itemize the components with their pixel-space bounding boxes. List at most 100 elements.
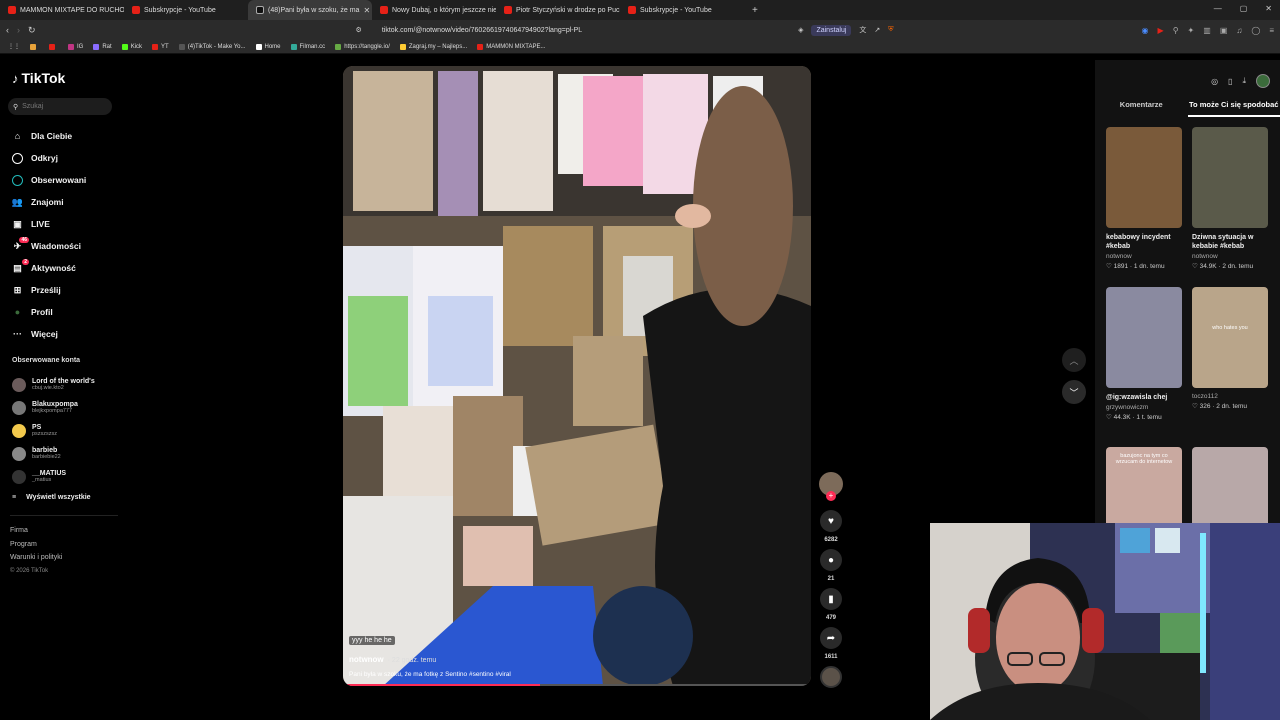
coin-icon[interactable]: ◎: [1211, 77, 1218, 86]
sidebar-item-following[interactable]: Obserwowani: [12, 169, 86, 191]
bookmark-item[interactable]: Filman.cc: [290, 43, 325, 50]
followed-account[interactable]: Lord of the world's cbuj.wie.kto2: [12, 373, 95, 396]
video-progress-bar[interactable]: [343, 684, 811, 686]
video-author[interactable]: notwnow: [349, 655, 384, 664]
show-all-button[interactable]: ≡ Wyświetl wszystkie: [12, 488, 95, 506]
tab-comments[interactable]: Komentarze: [1095, 100, 1188, 117]
maximize-icon[interactable]: ▢: [1240, 4, 1248, 13]
followed-account[interactable]: Blakuxpompa blejkxpompa777: [12, 396, 95, 419]
share-button[interactable]: ➦: [820, 627, 842, 649]
minimize-icon[interactable]: —: [1214, 4, 1222, 13]
site-info-icon[interactable]: ⚙: [356, 26, 362, 34]
video-title[interactable]: kebabowy incydent #kebab: [1106, 233, 1182, 251]
apps-grid-icon[interactable]: ⋮⋮: [8, 43, 20, 50]
extension-icon[interactable]: ◉: [1142, 26, 1149, 35]
sidebar-item-live[interactable]: ▣ LIVE: [12, 213, 86, 235]
url-field[interactable]: tiktok.com/@notwnow/video/76026619740647…: [382, 27, 790, 34]
tab-title: Subskrypcje - YouTube: [640, 6, 712, 14]
previous-video-button[interactable]: ︿: [1062, 348, 1086, 372]
video-thumbnail[interactable]: who hates you: [1192, 287, 1268, 388]
reload-icon[interactable]: ↻: [28, 25, 36, 36]
video-player[interactable]: yyy he he he notwnow · 22 godz. temu Pan…: [343, 66, 811, 686]
download-icon[interactable]: ⤓: [1242, 76, 1246, 86]
browser-tab[interactable]: MAMMON MIXTAPE DO RUCHO: [0, 0, 124, 20]
device-icon[interactable]: ▯: [1228, 77, 1232, 86]
translate-icon[interactable]: 文: [859, 25, 866, 35]
install-button[interactable]: Zainstaluj: [811, 24, 852, 36]
extension-icon[interactable]: ⚲: [1173, 26, 1179, 35]
sidebar-item-upload[interactable]: ⊞ Prześlij: [12, 279, 86, 301]
followed-account[interactable]: __MATIUS _matius: [12, 465, 95, 488]
video-author[interactable]: notwnow: [1192, 253, 1268, 260]
wallet-icon[interactable]: ▣: [1220, 26, 1228, 35]
footer-link[interactable]: Program: [10, 538, 62, 552]
sidebar-item-friends[interactable]: 👥 Znajomi: [12, 191, 86, 213]
bookmark-item[interactable]: [30, 43, 39, 50]
footer-link[interactable]: Firma: [10, 524, 62, 538]
bookmark-item[interactable]: https://tanggle.io/: [335, 43, 390, 50]
video-card[interactable]: @ig:wzawisla chej grzywnowiczm ♡ 44.3K · 1…: [1106, 287, 1182, 447]
bookmark-item[interactable]: (4)TikTok - Make Yo...: [178, 43, 246, 50]
close-window-icon[interactable]: ✕: [1265, 4, 1272, 13]
bookmark-item[interactable]: Zagraj.my – Najleps...: [399, 43, 467, 50]
video-author[interactable]: grzywnowiczm: [1106, 404, 1182, 411]
video-card[interactable]: who hates you toczo112 ♡ 326 · 2 dn. temu: [1192, 287, 1268, 447]
video-stats: ♡ 44.3K · 1 t. temu: [1106, 414, 1162, 421]
follow-plus-icon[interactable]: +: [826, 491, 836, 501]
video-title[interactable]: @ig:wzawisla chej: [1106, 393, 1182, 402]
menu-icon[interactable]: ≡: [1269, 26, 1274, 35]
sidebar-item-messages[interactable]: ✈ 46 Wiadomości: [12, 235, 86, 257]
more-icon: ···: [13, 329, 22, 339]
music-disc[interactable]: [820, 666, 842, 688]
browser-tab[interactable]: Piotr Styczyński w drodze po Pucha: [496, 0, 620, 20]
video-title[interactable]: Dziwna sytuacja w kebabie #kebab: [1192, 233, 1268, 251]
bookmark-item[interactable]: MAMM0N MIXTAPE...: [477, 43, 545, 50]
video-author[interactable]: notwnow: [1106, 253, 1182, 260]
bookmark-item[interactable]: YT: [152, 43, 169, 50]
share-icon[interactable]: ↗: [874, 26, 880, 34]
comment-button[interactable]: ●: [820, 549, 842, 571]
close-tab-icon[interactable]: ✕: [363, 6, 370, 15]
back-icon[interactable]: ‹: [6, 25, 9, 36]
media-icon[interactable]: ◈: [798, 26, 803, 34]
search-input[interactable]: ⚲ Szukaj: [8, 98, 112, 115]
sidebar-item-activity[interactable]: ▤ 2 Aktywność: [12, 257, 86, 279]
bookmark-item[interactable]: Kick: [121, 43, 142, 50]
browser-tab[interactable]: Subskrypcje - YouTube: [124, 0, 248, 20]
tiktok-logo[interactable]: ♪ TikTok: [12, 70, 65, 86]
tab-recommended[interactable]: To może Ci się spodobać: [1187, 100, 1280, 117]
creator-avatar[interactable]: +: [819, 472, 843, 501]
save-button[interactable]: ▮: [820, 588, 842, 610]
followed-account[interactable]: PS pszszszsz: [12, 419, 95, 442]
sidebar-toggle-icon[interactable]: ▥: [1203, 26, 1211, 35]
video-card[interactable]: Dziwna sytuacja w kebabie #kebab notwnow ♡…: [1192, 127, 1268, 287]
sidebar-item-compass[interactable]: Odkryj: [12, 147, 86, 169]
like-button[interactable]: ♥: [820, 510, 842, 532]
video-thumbnail[interactable]: [1192, 127, 1268, 228]
brave-shield-icon[interactable]: ⛨: [888, 26, 893, 34]
music-icon[interactable]: ♫: [1236, 26, 1242, 35]
video-thumbnail[interactable]: [1106, 127, 1182, 228]
followed-account[interactable]: barbieb barbiebie22: [12, 442, 95, 465]
extension-icon[interactable]: ▶: [1158, 26, 1164, 35]
puzzle-icon[interactable]: ✦: [1188, 26, 1195, 35]
browser-tab[interactable]: (48)Pani była w szoku, że ma ✕: [248, 0, 372, 20]
sidebar-item-more[interactable]: ··· Więcej: [12, 323, 86, 345]
video-card[interactable]: kebabowy incydent #kebab notwnow ♡ 1891 · …: [1106, 127, 1182, 287]
video-author[interactable]: toczo112: [1192, 393, 1268, 400]
profile-icon[interactable]: ◯: [1251, 26, 1260, 35]
sidebar-item-profile[interactable]: ● Profil: [12, 301, 86, 323]
sidebar-item-home[interactable]: ⌂ Dla Ciebie: [12, 125, 86, 147]
browser-tab[interactable]: Nowy Dubaj, o którym jeszcze nie sł: [372, 0, 496, 20]
user-avatar[interactable]: [1256, 74, 1270, 88]
bookmark-item[interactable]: IG: [68, 43, 83, 50]
next-video-button[interactable]: ﹀: [1062, 380, 1086, 404]
new-tab-button[interactable]: +: [744, 5, 766, 16]
footer-link[interactable]: Warunki i polityki: [10, 551, 62, 565]
bookmark-item[interactable]: Rat: [93, 43, 112, 50]
video-thumbnail[interactable]: [1106, 287, 1182, 388]
forward-icon[interactable]: ›: [17, 25, 20, 36]
bookmark-item[interactable]: [49, 43, 58, 50]
bookmark-item[interactable]: Home: [255, 43, 281, 50]
browser-tab[interactable]: Subskrypcje - YouTube: [620, 0, 744, 20]
